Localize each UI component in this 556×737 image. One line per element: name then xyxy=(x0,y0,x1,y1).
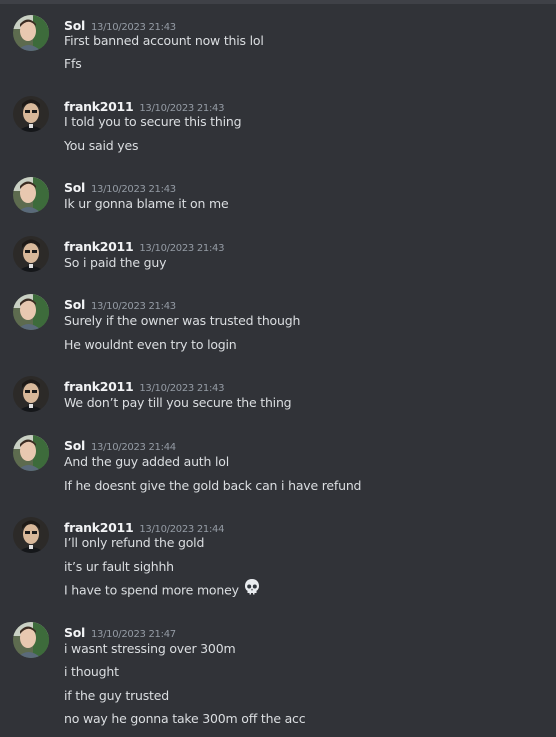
message-text: If he doesnt give the gold back can i ha… xyxy=(64,478,362,493)
top-divider xyxy=(0,0,556,4)
frank-avatar-icon[interactable] xyxy=(13,96,49,132)
username[interactable]: frank2011 xyxy=(64,379,134,394)
message-text: I have to spend more money xyxy=(64,582,239,598)
frank-avatar-icon[interactable] xyxy=(13,517,49,553)
frank-avatar-icon[interactable] xyxy=(13,236,49,272)
message-text: We don’t pay till you secure the thing xyxy=(64,395,292,410)
frank-avatar-icon[interactable] xyxy=(13,376,49,412)
username[interactable]: Sol xyxy=(64,18,85,33)
sol-avatar-icon[interactable] xyxy=(13,435,49,471)
message-text: I’ll only refund the gold xyxy=(64,535,205,550)
message-header: frank2011 13/10/2023 21:43 xyxy=(64,376,225,394)
message-text: i thought xyxy=(64,664,119,679)
timestamp: 13/10/2023 21:43 xyxy=(139,383,225,394)
message-text: Ffs xyxy=(64,56,82,71)
username[interactable]: Sol xyxy=(64,297,85,312)
message-text: if the guy trusted xyxy=(64,688,169,703)
message-text: no way he gonna take 300m off the acc xyxy=(64,711,306,726)
username[interactable]: Sol xyxy=(64,438,85,453)
message-text: You said yes xyxy=(64,138,139,153)
username[interactable]: frank2011 xyxy=(64,520,134,535)
message-text: And the guy added auth lol xyxy=(64,454,229,469)
timestamp: 13/10/2023 21:44 xyxy=(90,442,176,453)
username[interactable]: Sol xyxy=(64,625,85,640)
message-text-with-emoji: I have to spend more money xyxy=(64,578,261,601)
message-header: Sol 13/10/2023 21:44 xyxy=(64,435,176,453)
message-header: frank2011 13/10/2023 21:44 xyxy=(64,517,224,535)
message-text: So i paid the guy xyxy=(64,255,167,270)
message-header: frank2011 13/10/2023 21:43 xyxy=(64,96,224,114)
sol-avatar-icon[interactable] xyxy=(13,294,49,330)
message-header: Sol 13/10/2023 21:47 xyxy=(64,622,176,640)
message-text: He wouldnt even try to login xyxy=(64,337,237,352)
message-text: it’s ur fault sighhh xyxy=(64,559,174,574)
message-header: Sol 13/10/2023 21:43 xyxy=(64,177,176,195)
message-header: frank2011 13/10/2023 21:43 xyxy=(64,236,225,254)
message-header: Sol 13/10/2023 21:43 xyxy=(64,294,176,312)
message-text: First banned account now this lol xyxy=(64,33,264,48)
username[interactable]: frank2011 xyxy=(64,99,134,114)
skull-emoji-icon xyxy=(243,578,261,601)
timestamp: 13/10/2023 21:43 xyxy=(139,243,225,254)
sol-avatar-icon[interactable] xyxy=(13,15,49,51)
username[interactable]: frank2011 xyxy=(64,239,134,254)
message-text: Ik ur gonna blame it on me xyxy=(64,196,229,211)
timestamp: 13/10/2023 21:43 xyxy=(90,301,176,312)
message-header: Sol 13/10/2023 21:43 xyxy=(64,15,176,33)
message-text: Surely if the owner was trusted though xyxy=(64,313,301,328)
message-text: I told you to secure this thing xyxy=(64,114,242,129)
sol-avatar-icon[interactable] xyxy=(13,177,49,213)
sol-avatar-icon[interactable] xyxy=(13,622,49,658)
timestamp: 13/10/2023 21:47 xyxy=(90,629,176,640)
username[interactable]: Sol xyxy=(64,180,85,195)
message-text: i wasnt stressing over 300m xyxy=(64,641,236,656)
timestamp: 13/10/2023 21:43 xyxy=(90,184,176,195)
